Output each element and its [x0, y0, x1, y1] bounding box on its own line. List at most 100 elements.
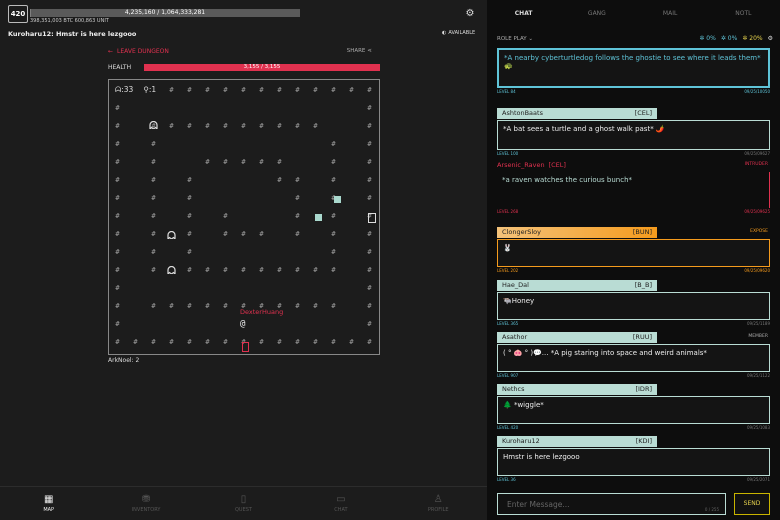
tab-gang[interactable]: GANG: [560, 10, 633, 24]
nav-item-chat[interactable]: ▭ CHAT: [311, 487, 371, 520]
author-name: Hae_Dal: [502, 281, 529, 289]
wall-tile: #: [367, 104, 372, 112]
wall-tile: #: [133, 338, 138, 346]
wall-tile: #: [151, 248, 156, 256]
gear-icon[interactable]: ⚙: [464, 8, 476, 20]
player-count-value: 1: [151, 85, 157, 94]
wall-tile: #: [277, 122, 282, 130]
dungeon-map[interactable]: # # # # # # # # # # # # # # # # # # # # # # # # # # # # # # # # # # # # # # # #…: [108, 79, 380, 355]
leave-label: LEAVE DUNGEON: [117, 48, 169, 55]
wall-tile: #: [169, 122, 174, 130]
channel-selector[interactable]: ROLE PLAY ⌄: [497, 36, 533, 42]
wall-tile: #: [205, 122, 210, 130]
wall-tile: #: [277, 158, 282, 166]
arrow-left-icon: ←: [108, 48, 114, 55]
message-meta: LEVEL 202 09/25/09620: [497, 268, 770, 273]
message-body: *A nearby cyberturtledog follows the gho…: [497, 48, 770, 88]
clan-tag: [B_B]: [634, 281, 652, 289]
tab-mail[interactable]: MAIL: [634, 10, 707, 24]
nav-label: INVENTORY: [131, 507, 161, 513]
wall-tile: #: [259, 230, 264, 238]
wall-tile: #: [367, 320, 372, 328]
health-row: HEALTH 3,155 / 3,155: [108, 64, 380, 72]
share-label: SHARE: [346, 48, 366, 54]
availability-toggle[interactable]: ◐ AVAILABLE: [442, 30, 475, 36]
wall-tile: #: [115, 194, 120, 202]
message-author[interactable]: Nethcs [IDR]: [497, 384, 657, 395]
wall-tile: #: [205, 86, 210, 94]
wall-tile: #: [259, 338, 264, 346]
wall-tile: #: [187, 266, 192, 274]
bot-icon: ✲: [720, 35, 726, 42]
message-author[interactable]: AshtonBaats [CEL]: [497, 108, 657, 119]
wall-tile: #: [187, 338, 192, 346]
message-input[interactable]: [498, 494, 725, 514]
message-timestamp: 09/25/09620: [744, 268, 770, 273]
wall-tile: #: [367, 338, 372, 346]
status-message: Kuroharu12: Hmstr is here lezgooo: [8, 30, 137, 38]
nav-item-profile[interactable]: ♙ PROFILE: [408, 487, 468, 520]
exit-door-icon[interactable]: [242, 342, 249, 352]
nav-item-quest[interactable]: ▯ QUEST: [213, 487, 273, 520]
share-button[interactable]: SHARE ⋖: [347, 48, 372, 54]
message-author[interactable]: Kuroharu12 [KDI]: [497, 436, 657, 447]
author-level: LEVEL 420: [497, 425, 519, 430]
author-level: LEVEL 907: [497, 373, 519, 378]
dungeon-header: ← LEAVE DUNGEON SHARE ⋖: [108, 48, 380, 58]
gear-icon[interactable]: ⚙: [768, 35, 773, 42]
door-icon[interactable]: [368, 213, 376, 223]
author-level: LEVEL 202: [497, 268, 519, 273]
user-icon: ♙: [433, 494, 443, 505]
tab-chat[interactable]: CHAT: [487, 10, 560, 24]
ghost-icon[interactable]: [167, 230, 176, 241]
wall-tile: #: [367, 284, 372, 292]
author-name: AshtonBaats: [502, 109, 543, 117]
chat-stats: ✲ 0% ✲ 0% ✲ 20% ⚙: [699, 35, 773, 42]
health-bar: 3,155 / 3,155: [144, 64, 380, 71]
currency-text: 398,351,003 BTC 600,863 UNIT: [30, 18, 109, 24]
wall-tile: #: [187, 176, 192, 184]
nav-item-map[interactable]: ▦ MAP: [19, 487, 79, 520]
wall-tile: #: [331, 338, 336, 346]
message-body: *a raven watches the curious bunch*: [497, 172, 770, 208]
wall-tile: #: [331, 266, 336, 274]
wall-tile: #: [277, 338, 282, 346]
message-meta: LEVEL 907 09/25/1122: [497, 373, 770, 378]
message-author[interactable]: Arsenic_Raven [CEL]: [497, 160, 657, 171]
clan-tag: [KDI]: [635, 437, 652, 445]
author-level: LEVEL 36: [497, 477, 516, 482]
wall-tile: #: [115, 104, 120, 112]
message-author[interactable]: Hae_Dal [B_B]: [497, 280, 657, 291]
message-timestamp: 09/25/09625: [744, 209, 770, 214]
author-level: LEVEL 84: [497, 89, 516, 94]
wall-tile: #: [241, 266, 246, 274]
tab-notl[interactable]: NOTL: [707, 10, 780, 24]
item-block[interactable]: [315, 214, 322, 221]
wall-tile: #: [187, 230, 192, 238]
xp-bar: 4,235,160 / 1,064,333,281: [30, 9, 300, 17]
item-block[interactable]: [334, 196, 341, 203]
nav-item-inventory[interactable]: ⛃ INVENTORY: [116, 487, 176, 520]
message-body: 🌲 *wiggle*: [497, 396, 770, 424]
wall-tile: #: [331, 230, 336, 238]
wall-tile: #: [367, 176, 372, 184]
message-author[interactable]: Asathor [RUU]: [497, 332, 657, 343]
wall-tile: #: [223, 158, 228, 166]
stat-2: ✲ 0%: [721, 35, 737, 42]
health-text: 3,155 / 3,155: [243, 64, 281, 70]
wall-tile: #: [115, 176, 120, 184]
ghost-icon[interactable]: [149, 120, 158, 131]
clan-tag: [CEL]: [548, 161, 566, 169]
author-level: LEVEL 365: [497, 321, 519, 326]
message-timestamp: 09/25/1083: [746, 425, 770, 430]
ghost-icon: ᗣ: [115, 85, 122, 94]
player-avatar[interactable]: @: [240, 319, 245, 329]
message-meta: LEVEL 84 09/25/10050: [497, 89, 770, 94]
message-author[interactable]: ClongerSloy [BUN]: [497, 227, 657, 238]
ghost-icon[interactable]: [167, 265, 176, 276]
leave-dungeon-button[interactable]: ← LEAVE DUNGEON: [108, 48, 169, 55]
send-button[interactable]: SEND: [734, 493, 770, 515]
stat-3: ✲ 20%: [742, 35, 762, 42]
wall-tile: #: [115, 212, 120, 220]
wall-tile: #: [367, 140, 372, 148]
